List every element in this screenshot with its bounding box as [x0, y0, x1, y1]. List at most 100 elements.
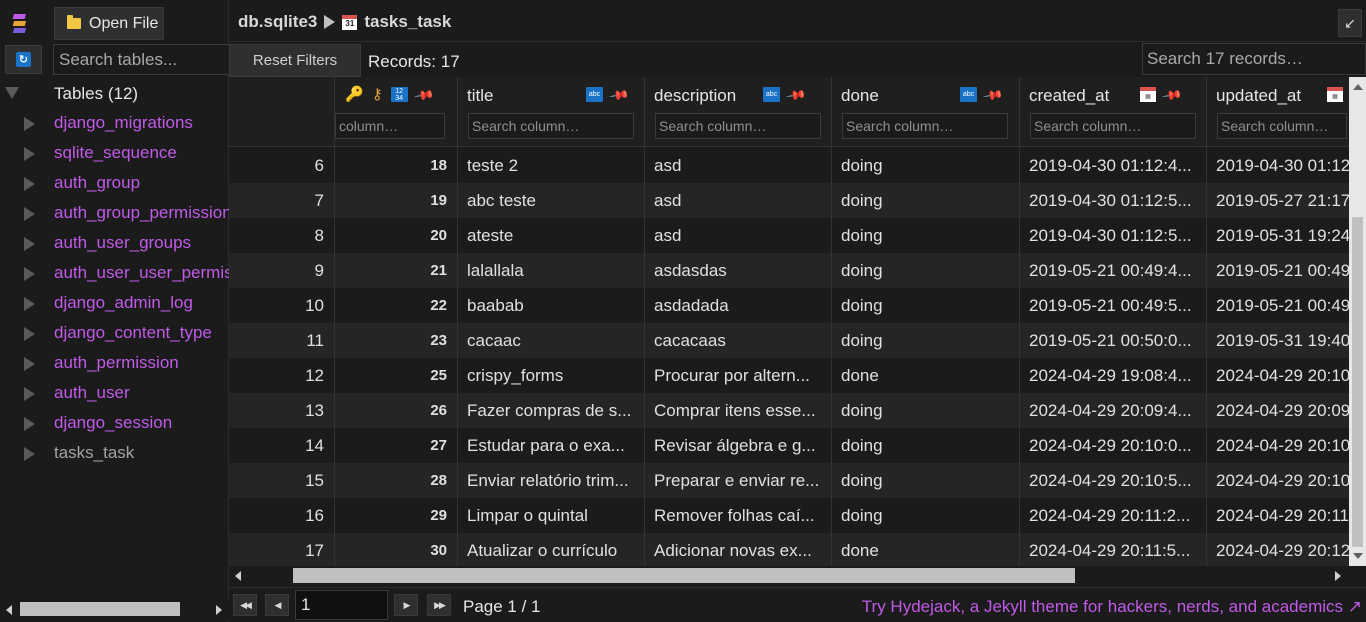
cell-title[interactable]: Atualizar o currículo	[457, 533, 644, 566]
cell-done[interactable]: doing	[831, 183, 1019, 218]
table-row[interactable]: 6 18 teste 2 asd doing 2019-04-30 01:12:4... 2…	[229, 148, 1349, 183]
tables-tree-root[interactable]: Tables (12)	[0, 82, 229, 106]
cell-id[interactable]: 27	[334, 428, 457, 463]
column-search-input[interactable]	[842, 113, 1008, 139]
table-row[interactable]: 13 26 Fazer compras de s... Comprar itens e…	[229, 393, 1349, 428]
cell-id[interactable]: 25	[334, 358, 457, 393]
cell-id[interactable]: 28	[334, 463, 457, 498]
table-row[interactable]: 14 27 Estudar para o exa... Revisar álgebra…	[229, 428, 1349, 463]
collapse-triangle-icon[interactable]	[5, 87, 19, 99]
cell-description[interactable]: asd	[644, 148, 831, 183]
promo-link[interactable]: Try Hydejack, a Jekyll theme for hackers…	[862, 597, 1362, 617]
cell-description[interactable]: asd	[644, 218, 831, 253]
vertical-scroll-thumb[interactable]	[1352, 217, 1363, 547]
cell-updated-at[interactable]: 2024-04-29 20:12	[1206, 533, 1349, 566]
vertical-scrollbar[interactable]	[1349, 77, 1366, 566]
expand-triangle-icon[interactable]	[24, 357, 35, 371]
cell-description[interactable]: Preparar e enviar re...	[644, 463, 831, 498]
table-row[interactable]: 11 23 cacaac cacacaas doing 2019-05-21 00:50:…	[229, 323, 1349, 358]
pin-icon[interactable]: 📌	[982, 84, 1004, 106]
cell-done[interactable]: done	[831, 358, 1019, 393]
table-row[interactable]: 17 30 Atualizar o currículo Adicionar novas…	[229, 533, 1349, 566]
table-row[interactable]: 12 25 crispy_forms Procurar por altern... do…	[229, 358, 1349, 393]
cell-done[interactable]: doing	[831, 323, 1019, 358]
next-page-button[interactable]: ▶	[394, 594, 418, 616]
expand-triangle-icon[interactable]	[24, 237, 35, 251]
cell-created-at[interactable]: 2024-04-29 20:09:4...	[1019, 393, 1206, 428]
column-header-title[interactable]: title abc 📌	[457, 77, 644, 147]
sidebar-table-item[interactable]: auth_user_user_permissions	[0, 260, 229, 288]
cell-updated-at[interactable]: 2019-05-21 00:49	[1206, 253, 1349, 288]
cell-id[interactable]: 22	[334, 288, 457, 323]
cell-description[interactable]: Comprar itens esse...	[644, 393, 831, 428]
scroll-left-icon[interactable]	[6, 605, 12, 615]
table-row[interactable]: 8 20 ateste asd doing 2019-04-30 01:12:5... 20…	[229, 218, 1349, 253]
cell-done[interactable]: doing	[831, 463, 1019, 498]
cell-updated-at[interactable]: 2019-05-31 19:24	[1206, 218, 1349, 253]
sidebar-table-item[interactable]: auth_user_groups	[0, 230, 229, 258]
cell-title[interactable]: Enviar relatório trim...	[457, 463, 644, 498]
expand-triangle-icon[interactable]	[24, 117, 35, 131]
cell-title[interactable]: Estudar para o exa...	[457, 428, 644, 463]
cell-id[interactable]: 26	[334, 393, 457, 428]
column-search-input[interactable]	[655, 113, 821, 139]
cell-done[interactable]: doing	[831, 148, 1019, 183]
cell-title[interactable]: Fazer compras de s...	[457, 393, 644, 428]
cell-id[interactable]: 23	[334, 323, 457, 358]
cell-description[interactable]: asdasdas	[644, 253, 831, 288]
cell-updated-at[interactable]: 2024-04-29 20:10	[1206, 463, 1349, 498]
sidebar-table-item[interactable]: django_admin_log	[0, 290, 229, 318]
cell-id[interactable]: 30	[334, 533, 457, 566]
cell-updated-at[interactable]: 2024-04-29 20:09	[1206, 393, 1349, 428]
expand-triangle-icon[interactable]	[24, 297, 35, 311]
cell-created-at[interactable]: 2024-04-29 20:10:0...	[1019, 428, 1206, 463]
cell-id[interactable]: 19	[334, 183, 457, 218]
cell-created-at[interactable]: 2024-04-29 20:11:5...	[1019, 533, 1206, 566]
column-header-created-at[interactable]: created_at ▦ 📌	[1019, 77, 1206, 147]
pin-icon[interactable]: 📌	[785, 84, 807, 106]
column-header-description[interactable]: description abc 📌	[644, 77, 831, 147]
column-search-input[interactable]	[1030, 113, 1196, 139]
scroll-left-icon[interactable]	[235, 571, 241, 581]
cell-done[interactable]: doing	[831, 288, 1019, 323]
pin-icon[interactable]: 📌	[1161, 84, 1183, 106]
table-row[interactable]: 7 19 abc teste asd doing 2019-04-30 01:12:5..…	[229, 183, 1349, 218]
expand-triangle-icon[interactable]	[24, 387, 35, 401]
cell-updated-at[interactable]: 2019-04-30 01:12	[1206, 148, 1349, 183]
cell-title[interactable]: teste 2	[457, 148, 644, 183]
cell-updated-at[interactable]: 2019-05-27 21:17	[1206, 183, 1349, 218]
cell-title[interactable]: Limpar o quintal	[457, 498, 644, 533]
scroll-right-icon[interactable]	[216, 605, 222, 615]
scroll-right-icon[interactable]	[1335, 571, 1341, 581]
cell-id[interactable]: 29	[334, 498, 457, 533]
cell-description[interactable]: Adicionar novas ex...	[644, 533, 831, 566]
records-search-input[interactable]	[1142, 43, 1366, 75]
sidebar-table-item[interactable]: django_migrations	[0, 110, 229, 138]
sidebar-table-item[interactable]: auth_group_permissions	[0, 200, 229, 228]
prev-page-button[interactable]: ◀	[265, 594, 289, 616]
cell-title[interactable]: crispy_forms	[457, 358, 644, 393]
open-file-button[interactable]: Open File	[54, 7, 164, 40]
first-page-button[interactable]: ◀◀	[233, 594, 257, 616]
cell-id[interactable]: 21	[334, 253, 457, 288]
refresh-button[interactable]: ↻	[5, 45, 42, 74]
horizontal-scroll-thumb[interactable]	[293, 568, 1075, 583]
expand-triangle-icon[interactable]	[24, 417, 35, 431]
cell-description[interactable]: asdadada	[644, 288, 831, 323]
cell-created-at[interactable]: 2019-04-30 01:12:5...	[1019, 183, 1206, 218]
expand-triangle-icon[interactable]	[24, 207, 35, 221]
cell-done[interactable]: done	[831, 533, 1019, 566]
sidebar-table-item[interactable]: sqlite_sequence	[0, 140, 229, 168]
cell-updated-at[interactable]: 2024-04-29 20:10	[1206, 428, 1349, 463]
scroll-up-icon[interactable]	[1353, 84, 1363, 90]
sidebar-table-item[interactable]: auth_group	[0, 170, 229, 198]
table-search-input[interactable]	[53, 44, 229, 75]
expand-triangle-icon[interactable]	[24, 147, 35, 161]
sidebar-horizontal-scrollbar[interactable]	[0, 599, 229, 620]
cell-updated-at[interactable]: 2019-05-31 19:40	[1206, 323, 1349, 358]
cell-updated-at[interactable]: 2024-04-29 20:10	[1206, 358, 1349, 393]
scroll-thumb[interactable]	[20, 602, 180, 616]
cell-title[interactable]: ateste	[457, 218, 644, 253]
grid-horizontal-scrollbar[interactable]	[229, 566, 1349, 585]
cell-id[interactable]: 18	[334, 148, 457, 183]
